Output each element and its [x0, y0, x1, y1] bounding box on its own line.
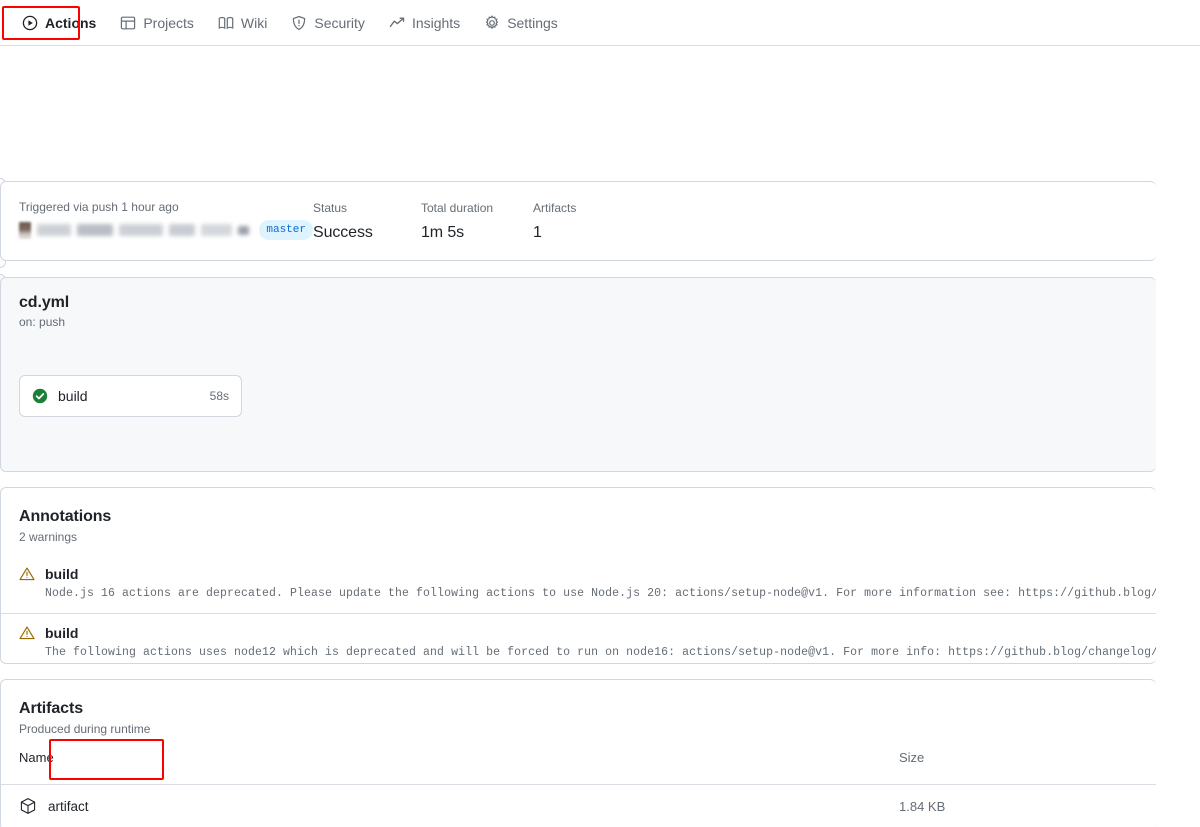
shield-icon	[291, 15, 307, 31]
nav-tab-wiki[interactable]: Wiki	[206, 9, 279, 37]
redacted-commit-text-3	[169, 224, 196, 236]
artifacts-table-header: Name Size	[1, 750, 1156, 784]
artifacts-column-size: Size	[899, 750, 924, 765]
artifact-download-link[interactable]: artifact	[19, 797, 89, 815]
annotations-panel: Annotations 2 warnings build Node.js 16 …	[0, 487, 1156, 664]
commit-row: master	[19, 221, 313, 239]
annotations-subtitle: 2 warnings	[1, 526, 1156, 544]
artifacts-count-value: 1	[533, 223, 641, 244]
workflow-trigger: on: push	[1, 312, 1156, 329]
nav-tab-wiki-label: Wiki	[241, 16, 267, 30]
redacted-commit-text-1	[77, 224, 113, 236]
artifacts-subtitle: Produced during runtime	[1, 718, 1156, 736]
nav-tab-security[interactable]: Security	[279, 9, 377, 37]
repo-nav-bar: Actions Projects Wiki Security	[0, 0, 1200, 46]
artifacts-count-column: Artifacts 1	[533, 200, 641, 244]
alert-triangle-icon	[19, 625, 35, 641]
annotation-divider	[1, 613, 1156, 614]
job-name-label: build	[58, 388, 210, 404]
trigger-column: Triggered via push 1 hour ago master	[19, 200, 313, 244]
redacted-commit-author	[37, 224, 71, 236]
gear-icon	[484, 15, 500, 31]
workflow-name: cd.yml	[1, 278, 1156, 312]
check-circle-icon	[32, 388, 48, 404]
annotation-job-name: build	[45, 625, 78, 641]
nav-tab-security-label: Security	[314, 16, 365, 30]
redacted-commit-text-2	[119, 224, 163, 236]
avatar	[19, 222, 31, 239]
nav-tab-settings-label: Settings	[507, 16, 558, 30]
artifacts-count-label: Artifacts	[533, 200, 641, 217]
duration-value: 1m 5s	[421, 223, 533, 244]
annotation-message: Node.js 16 actions are deprecated. Pleas…	[45, 587, 1156, 600]
workflow-graph-panel: cd.yml on: push build 58s	[0, 277, 1156, 472]
annotation-header: build	[19, 566, 1156, 582]
alert-triangle-icon	[19, 566, 35, 582]
nav-tab-settings[interactable]: Settings	[472, 9, 570, 37]
artifacts-panel: Artifacts Produced during runtime Name S…	[0, 679, 1156, 827]
nav-tab-projects-label: Projects	[143, 16, 194, 30]
artifact-name: artifact	[48, 799, 89, 814]
status-value: Success	[313, 223, 421, 244]
nav-tab-actions[interactable]: Actions	[10, 9, 108, 37]
graph-icon	[389, 15, 405, 31]
run-summary-card: Triggered via push 1 hour ago master Sta…	[0, 181, 1156, 261]
artifacts-title: Artifacts	[1, 680, 1156, 718]
redacted-commit-sha	[238, 226, 249, 235]
artifacts-column-name: Name	[19, 750, 54, 765]
trigger-text: Triggered via push 1 hour ago	[19, 200, 313, 214]
job-card-build[interactable]: build 58s	[19, 375, 242, 417]
status-column: Status Success	[313, 200, 421, 244]
nav-tab-projects[interactable]: Projects	[108, 9, 206, 37]
nav-tab-actions-label: Actions	[45, 16, 96, 30]
status-label: Status	[313, 200, 421, 217]
annotations-title: Annotations	[1, 488, 1156, 526]
play-circle-icon	[22, 15, 38, 31]
annotation-item[interactable]: build Node.js 16 actions are deprecated.…	[19, 566, 1156, 600]
nav-tab-insights[interactable]: Insights	[377, 9, 472, 37]
table-row: artifact 1.84 KB	[1, 785, 1156, 827]
nav-tab-insights-label: Insights	[412, 16, 460, 30]
redacted-commit-text-4	[201, 224, 232, 236]
duration-column: Total duration 1m 5s	[421, 200, 533, 244]
package-icon	[19, 797, 37, 815]
job-duration-label: 58s	[210, 389, 229, 403]
book-icon	[218, 15, 234, 31]
artifact-size: 1.84 KB	[899, 799, 945, 814]
duration-label: Total duration	[421, 200, 533, 217]
table-icon	[120, 15, 136, 31]
annotation-item[interactable]: build The following actions uses node12 …	[19, 625, 1156, 659]
annotation-message: The following actions uses node12 which …	[45, 646, 1156, 659]
branch-badge[interactable]: master	[259, 220, 313, 240]
annotation-header: build	[19, 625, 1156, 641]
annotation-job-name: build	[45, 566, 78, 582]
